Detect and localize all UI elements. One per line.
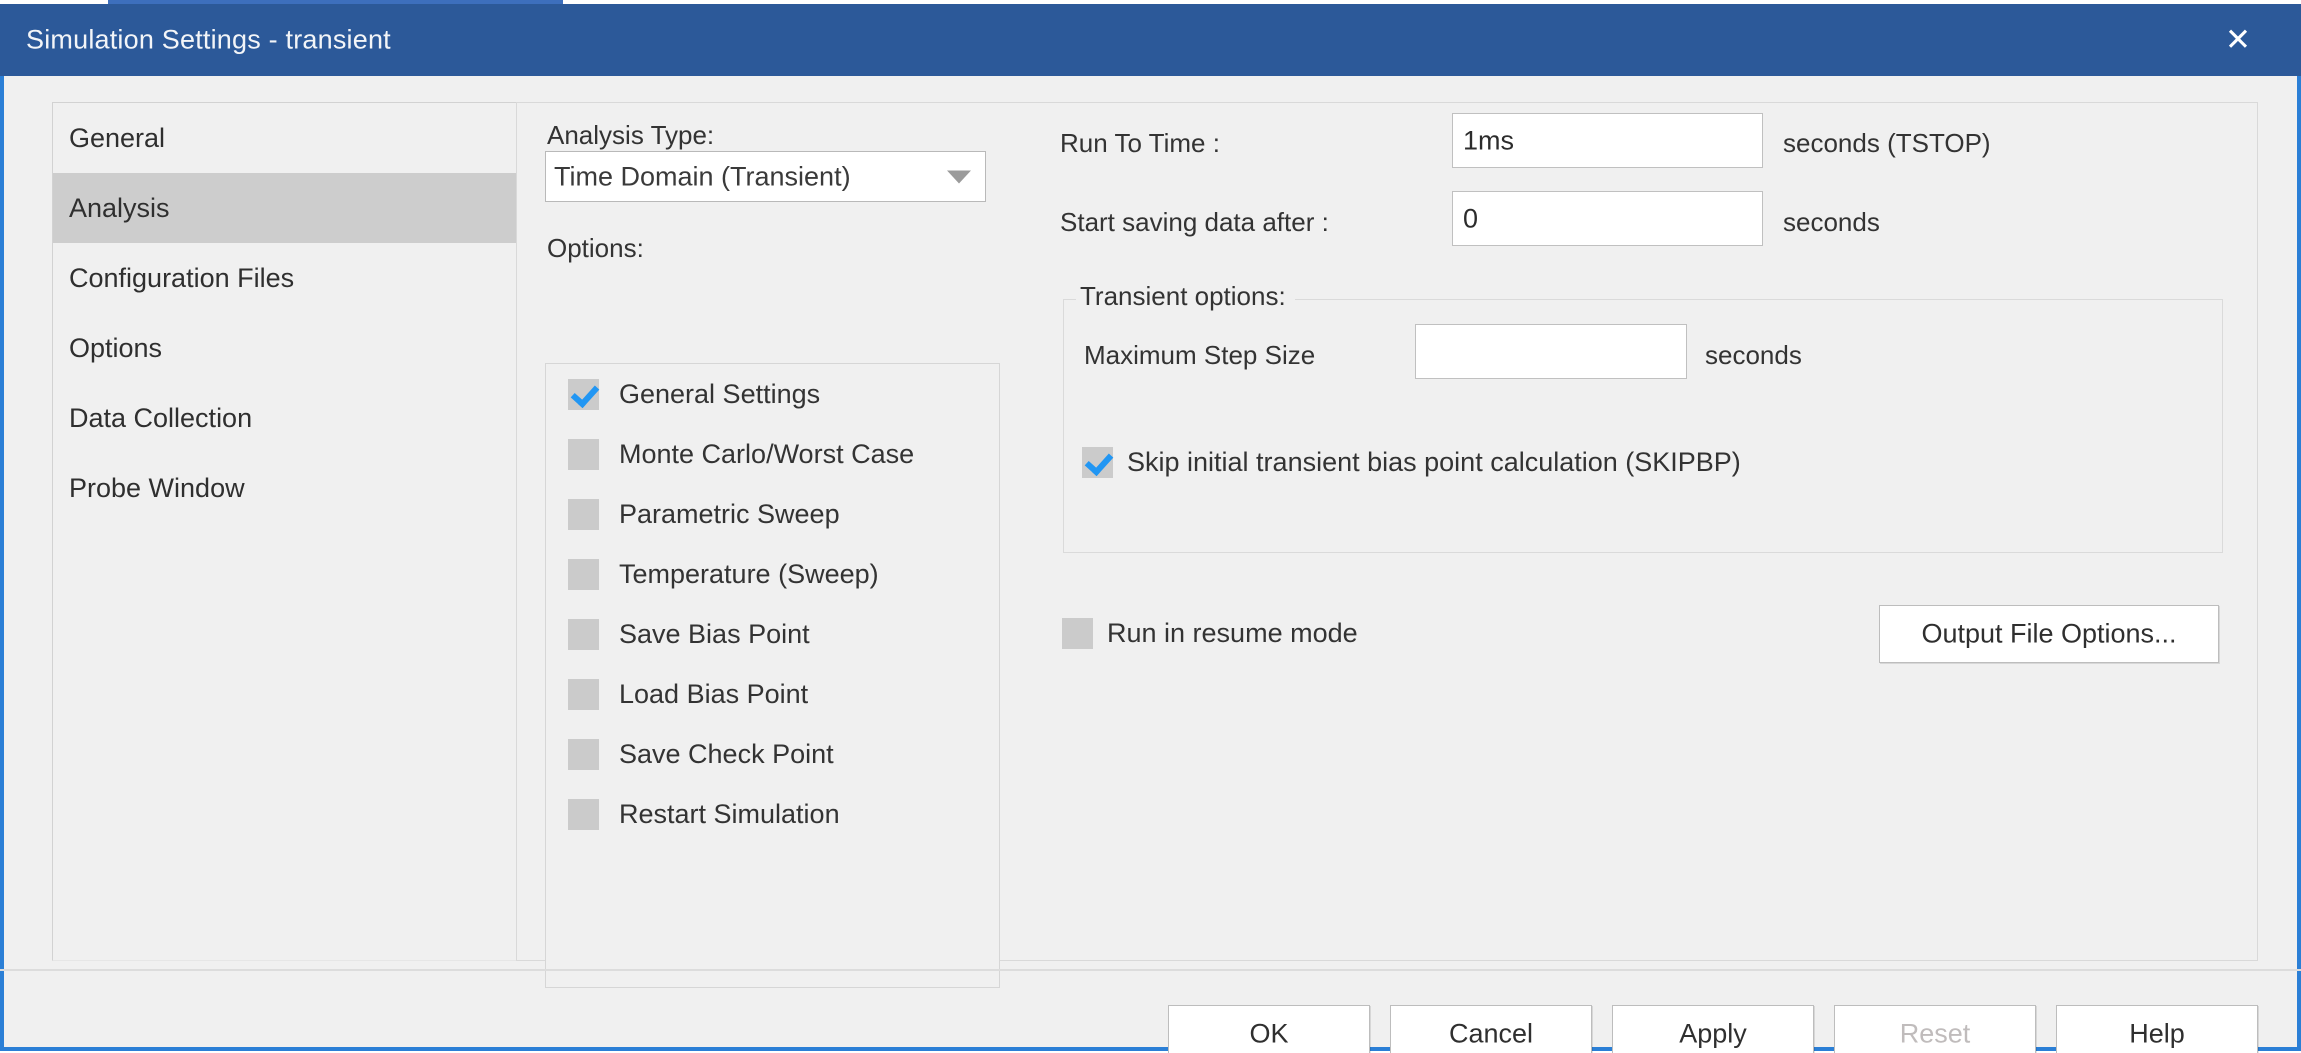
- start-saving-data-value: 0: [1463, 203, 1478, 234]
- cancel-button[interactable]: Cancel: [1390, 1005, 1592, 1053]
- output-file-options-label: Output File Options...: [1880, 619, 2218, 650]
- skip-initial-bias-point-label: Skip initial transient bias point calcul…: [1127, 447, 1741, 478]
- sidebar-item-configuration-files[interactable]: Configuration Files: [53, 243, 516, 313]
- dialog-titlebar: Simulation Settings - transient ✕: [0, 4, 2301, 76]
- sidebar-item-data-collection[interactable]: Data Collection: [53, 383, 516, 453]
- reset-button-label: Reset: [1835, 1019, 2035, 1050]
- help-button-label: Help: [2057, 1019, 2257, 1050]
- run-to-time-input[interactable]: 1ms: [1452, 113, 1763, 168]
- sidebar-item-label: Data Collection: [69, 403, 252, 433]
- analysis-type-select[interactable]: Time Domain (Transient): [545, 151, 986, 202]
- checkbox-save-check-point[interactable]: [568, 739, 599, 770]
- run-to-time-units: seconds (TSTOP): [1783, 128, 1991, 159]
- checkbox-temperature-sweep[interactable]: [568, 559, 599, 590]
- output-file-options-button[interactable]: Output File Options...: [1879, 605, 2219, 663]
- sidebar-item-label: Analysis: [69, 193, 170, 223]
- option-label: Temperature (Sweep): [619, 559, 879, 590]
- option-row-temperature-sweep[interactable]: Temperature (Sweep): [546, 544, 999, 604]
- option-label: Parametric Sweep: [619, 499, 840, 530]
- checkbox-monte-carlo-worst-case[interactable]: [568, 439, 599, 470]
- option-label: Save Bias Point: [619, 619, 810, 650]
- sidebar-item-probe-window[interactable]: Probe Window: [53, 453, 516, 523]
- sidebar-item-analysis[interactable]: Analysis: [53, 173, 516, 243]
- reset-button: Reset: [1834, 1005, 2036, 1053]
- start-saving-data-label: Start saving data after :: [1060, 207, 1329, 238]
- checkbox-save-bias-point[interactable]: [568, 619, 599, 650]
- sidebar-item-options[interactable]: Options: [53, 313, 516, 383]
- app-root: Simulation Settings - transient ✕ Genera…: [0, 0, 2301, 1053]
- checkbox-parametric-sweep[interactable]: [568, 499, 599, 530]
- run-to-time-value: 1ms: [1463, 125, 1514, 156]
- help-button[interactable]: Help: [2056, 1005, 2258, 1053]
- option-label: General Settings: [619, 379, 820, 410]
- checkbox-load-bias-point[interactable]: [568, 679, 599, 710]
- chevron-down-icon: [947, 170, 971, 183]
- option-row-monte-carlo-worst-case[interactable]: Monte Carlo/Worst Case: [546, 424, 999, 484]
- checkbox-restart-simulation[interactable]: [568, 799, 599, 830]
- dialog-body: General Analysis Configuration Files Opt…: [0, 76, 2301, 1051]
- apply-button[interactable]: Apply: [1612, 1005, 1814, 1053]
- checkbox-general-settings[interactable]: [568, 379, 599, 410]
- sidebar-item-general[interactable]: General: [53, 103, 516, 173]
- option-row-save-bias-point[interactable]: Save Bias Point: [546, 604, 999, 664]
- option-label: Monte Carlo/Worst Case: [619, 439, 914, 470]
- transient-options-group: Transient options: Maximum Step Size sec…: [1063, 299, 2223, 553]
- option-row-save-check-point[interactable]: Save Check Point: [546, 724, 999, 784]
- start-saving-data-units: seconds: [1783, 207, 1880, 238]
- skip-initial-bias-point-row[interactable]: Skip initial transient bias point calcul…: [1082, 447, 1741, 478]
- ok-button[interactable]: OK: [1168, 1005, 1370, 1053]
- sidebar-item-label: Probe Window: [69, 473, 245, 503]
- footer-separator: [0, 969, 2301, 971]
- maximum-step-size-units: seconds: [1705, 340, 1802, 371]
- dialog-title: Simulation Settings - transient: [26, 25, 391, 56]
- option-row-parametric-sweep[interactable]: Parametric Sweep: [546, 484, 999, 544]
- checkbox-skip-initial-bias-point[interactable]: [1082, 447, 1113, 478]
- apply-button-label: Apply: [1613, 1019, 1813, 1050]
- start-saving-data-input[interactable]: 0: [1452, 191, 1763, 246]
- option-label: Restart Simulation: [619, 799, 840, 830]
- run-in-resume-mode-row[interactable]: Run in resume mode: [1062, 618, 1358, 649]
- sidebar-item-label: Configuration Files: [69, 263, 294, 293]
- ok-button-label: OK: [1169, 1019, 1369, 1050]
- run-to-time-label: Run To Time :: [1060, 128, 1220, 159]
- cancel-button-label: Cancel: [1391, 1019, 1591, 1050]
- sidebar-item-label: General: [69, 123, 165, 153]
- maximum-step-size-input[interactable]: [1415, 324, 1687, 379]
- analysis-options-list[interactable]: General Settings Monte Carlo/Worst Case …: [545, 363, 1000, 988]
- option-label: Save Check Point: [619, 739, 834, 770]
- run-in-resume-mode-label: Run in resume mode: [1107, 618, 1358, 649]
- analysis-type-label: Analysis Type:: [547, 120, 714, 151]
- sidebar-item-label: Options: [69, 333, 162, 363]
- option-row-load-bias-point[interactable]: Load Bias Point: [546, 664, 999, 724]
- close-icon[interactable]: ✕: [2217, 19, 2259, 61]
- option-row-restart-simulation[interactable]: Restart Simulation: [546, 784, 999, 844]
- option-label: Load Bias Point: [619, 679, 808, 710]
- option-row-general-settings[interactable]: General Settings: [546, 364, 999, 424]
- settings-category-list[interactable]: General Analysis Configuration Files Opt…: [52, 102, 517, 961]
- transient-options-legend: Transient options:: [1076, 281, 1295, 312]
- options-label: Options:: [547, 233, 644, 264]
- analysis-settings-panel: Analysis Type: Time Domain (Transient) O…: [516, 102, 2258, 961]
- checkbox-run-in-resume-mode[interactable]: [1062, 618, 1093, 649]
- analysis-type-value: Time Domain (Transient): [554, 161, 851, 192]
- simulation-settings-dialog: Simulation Settings - transient ✕ Genera…: [0, 8, 2301, 1051]
- maximum-step-size-label: Maximum Step Size: [1084, 340, 1315, 371]
